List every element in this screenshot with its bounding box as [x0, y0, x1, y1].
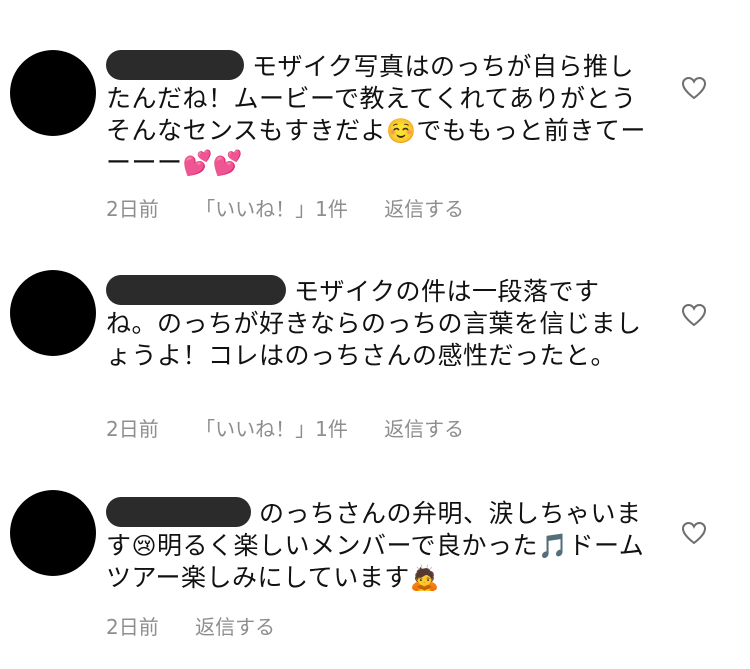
- comment-meta: 2日前 「いいね！」1件 返信する: [106, 193, 494, 222]
- two-hearts-emoji: 💕💕: [182, 149, 244, 177]
- crying-face-emoji: 😢: [131, 532, 158, 560]
- redacted-username[interactable]: [106, 275, 286, 305]
- likes-count[interactable]: 「いいね！」1件: [195, 193, 348, 222]
- redacted-username[interactable]: [106, 497, 251, 527]
- bowing-person-emoji: 🙇: [409, 564, 441, 592]
- likes-count[interactable]: 「いいね！」1件: [195, 413, 348, 442]
- timestamp: 2日前: [106, 197, 159, 221]
- reply-button[interactable]: 返信する: [384, 193, 464, 222]
- comment-meta: 2日前 返信する: [106, 611, 305, 640]
- relieved-face-emoji: ☺️: [386, 117, 417, 145]
- reply-button[interactable]: 返信する: [384, 413, 464, 442]
- redacted-username[interactable]: [106, 50, 244, 80]
- comment-meta: 2日前 「いいね！」1件 返信する: [106, 413, 494, 442]
- timestamp: 2日前: [106, 615, 159, 639]
- comment-text: モザイクの件は一段落ですね。のっちが好きならのっちの言葉を信じましょうよ！コレは…: [106, 275, 642, 370]
- timestamp: 2日前: [106, 417, 159, 441]
- avatar[interactable]: [10, 50, 96, 136]
- music-note-emoji: 🎵: [538, 532, 569, 560]
- heart-outline-icon[interactable]: [681, 521, 707, 545]
- reply-button[interactable]: 返信する: [195, 611, 275, 640]
- avatar[interactable]: [10, 490, 96, 576]
- comment-text: のっちさんの弁明、涙しちゃいます😢明るく楽しいメンバーで良かった🎵ドームツアー楽…: [106, 497, 645, 592]
- heart-outline-icon[interactable]: [681, 76, 707, 100]
- avatar[interactable]: [10, 270, 96, 356]
- heart-outline-icon[interactable]: [681, 303, 707, 327]
- comment-text: モザイク写真はのっちが自ら推したんだね！ムービーで教えてくれてありがとう そんな…: [106, 50, 646, 177]
